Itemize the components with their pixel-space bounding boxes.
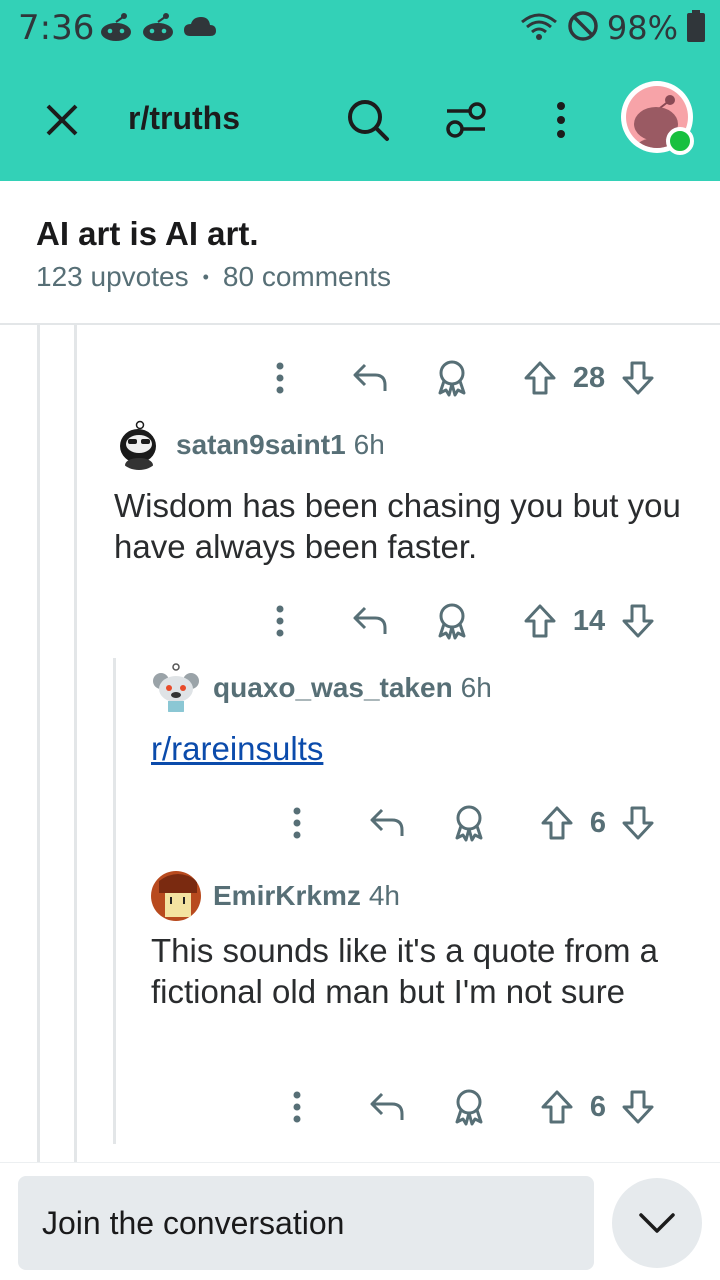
comment-username[interactable]: satan9saint1 (176, 429, 346, 461)
comment-body: r/rareinsults (151, 728, 691, 769)
thread-line[interactable] (37, 325, 40, 1162)
comment-header: satan9saint1 6h (114, 420, 385, 470)
subreddit-title[interactable]: r/truths (128, 100, 240, 137)
subreddit-link[interactable]: r/rareinsults (151, 730, 323, 767)
app-bar: r/truths (0, 56, 720, 181)
comment-header: EmirKrkmz 4h (151, 871, 400, 921)
upvote-icon[interactable] (522, 353, 558, 403)
comment-username[interactable]: quaxo_was_taken (213, 672, 453, 704)
comment-header: quaxo_was_taken 6h (151, 663, 492, 713)
reply-icon[interactable] (367, 798, 407, 848)
award-icon[interactable] (432, 596, 472, 646)
avatar[interactable] (114, 420, 164, 470)
vote-score: 28 (572, 361, 606, 394)
meta-separator: • (202, 266, 209, 287)
cloud-icon (182, 12, 218, 42)
vote-score: 6 (589, 1090, 607, 1123)
comment-actions: 6 (0, 798, 720, 848)
chevron-down-icon[interactable] (612, 1178, 702, 1268)
more-vertical-icon[interactable] (282, 798, 312, 848)
comment-timestamp: 6h (353, 429, 385, 460)
reply-icon[interactable] (350, 353, 390, 403)
battery-icon (686, 9, 706, 47)
online-status-dot (666, 127, 694, 155)
comment-body: Wisdom has been chasing you but you have… (114, 487, 681, 565)
downvote-icon[interactable] (620, 1082, 656, 1132)
post-header: AI art is AI art. 123 upvotes • 80 comme… (0, 181, 720, 325)
status-bar: 7:36 98% (0, 0, 720, 56)
search-icon[interactable] (344, 96, 392, 144)
more-vertical-icon[interactable] (265, 353, 295, 403)
award-icon[interactable] (449, 798, 489, 848)
top-bar: 7:36 98% r/truths (0, 0, 720, 181)
thread-line[interactable] (113, 658, 116, 1144)
upvote-icon[interactable] (539, 798, 575, 848)
comment-actions: 6 (0, 1082, 720, 1132)
comment-body: This sounds like it's a quote from a fic… (151, 932, 659, 1010)
more-vertical-icon[interactable] (265, 596, 295, 646)
comment-count: 80 comments (222, 261, 391, 292)
comment-actions: 14 (0, 596, 720, 646)
join-conversation-input[interactable]: Join the conversation (18, 1176, 594, 1270)
reddit-notification-icon (98, 12, 134, 42)
downvote-icon[interactable] (620, 353, 656, 403)
battery-percent: 98% (606, 9, 678, 47)
close-icon[interactable] (38, 96, 86, 144)
status-time: 7:36 (18, 8, 95, 48)
comment-username[interactable]: EmirKrkmz (213, 880, 361, 912)
avatar[interactable] (151, 663, 201, 713)
vote-score: 6 (589, 806, 607, 839)
downvote-icon[interactable] (620, 596, 656, 646)
vote-score: 14 (572, 604, 606, 637)
comment-timestamp: 4h (368, 880, 400, 911)
reply-icon[interactable] (350, 596, 390, 646)
post-title[interactable]: AI art is AI art. (36, 215, 259, 253)
post-meta: 123 upvotes • 80 comments (36, 261, 391, 293)
upvote-icon[interactable] (522, 596, 558, 646)
comment-actions: 28 (0, 353, 720, 403)
upvote-count: 123 upvotes (36, 261, 189, 292)
avatar[interactable] (151, 871, 201, 921)
bottom-composer-bar: Join the conversation (0, 1162, 720, 1280)
thread-line[interactable] (74, 325, 77, 1162)
award-icon[interactable] (449, 1082, 489, 1132)
upvote-icon[interactable] (539, 1082, 575, 1132)
reply-icon[interactable] (367, 1082, 407, 1132)
award-icon[interactable] (432, 353, 472, 403)
filter-icon[interactable] (442, 96, 490, 144)
more-vertical-icon[interactable] (282, 1082, 312, 1132)
comment-timestamp: 6h (460, 672, 492, 703)
do-not-disturb-icon (567, 10, 599, 47)
downvote-icon[interactable] (620, 798, 656, 848)
more-vertical-icon[interactable] (537, 96, 585, 144)
wifi-icon (519, 10, 559, 47)
reddit-notification-icon (140, 12, 176, 42)
